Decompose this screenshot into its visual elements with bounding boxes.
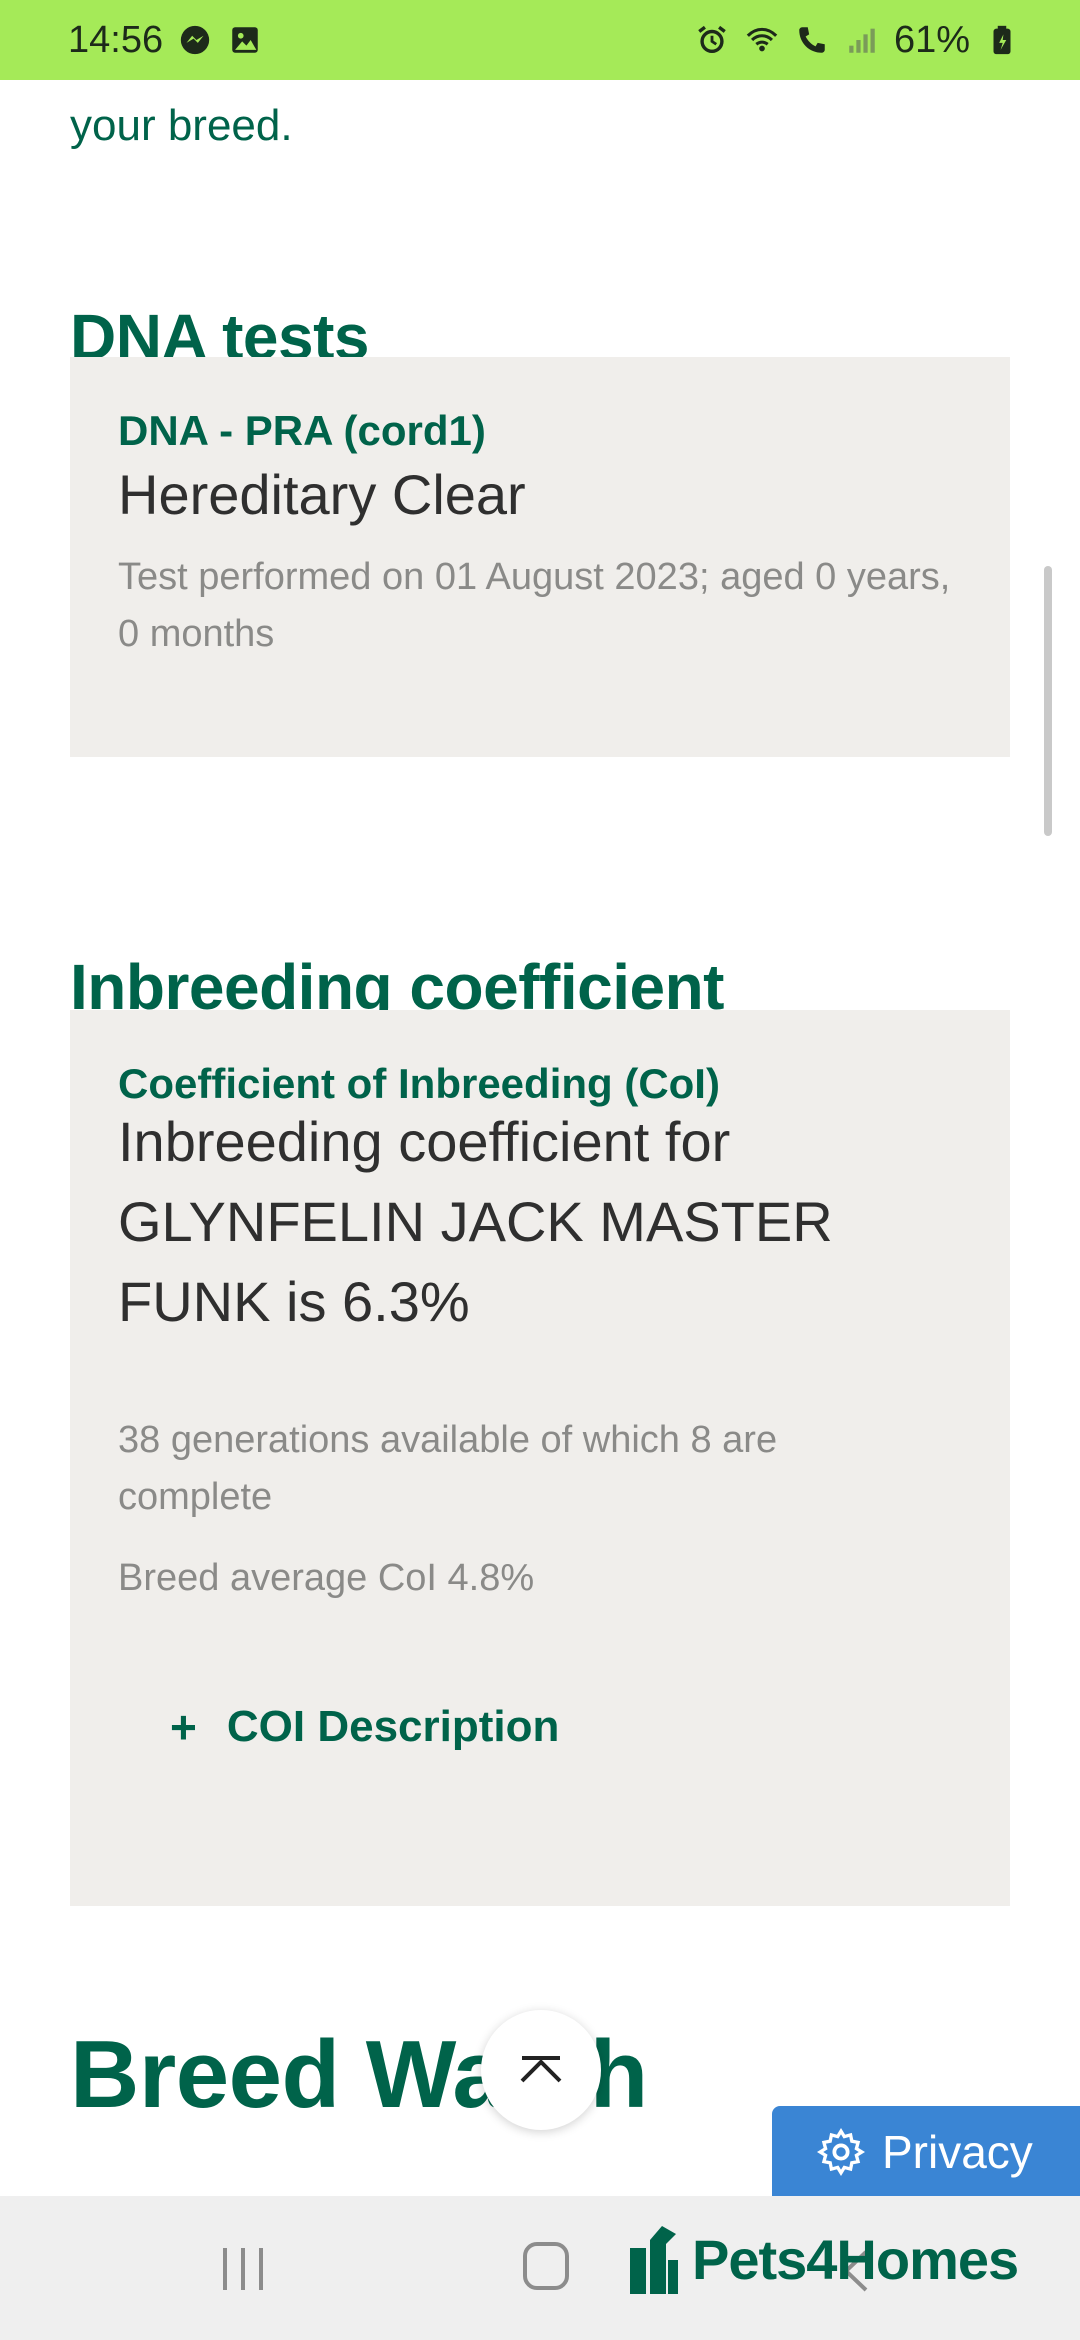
inbreeding-card: Coefficient of Inbreeding (CoI) Inbreedi… bbox=[70, 1010, 1010, 1906]
status-bar: 14:56 61% bbox=[0, 0, 1080, 80]
wifi-icon bbox=[744, 22, 780, 58]
battery-percent: 61% bbox=[893, 18, 970, 61]
privacy-label: Privacy bbox=[882, 2126, 1033, 2178]
coi-value: Inbreeding coefficient for GLYNFELIN JAC… bbox=[118, 1110, 833, 1333]
main-content: your breed. DNA tests DNA - PRA (cord1) … bbox=[70, 80, 1010, 2128]
brand-name: Pets4Homes bbox=[692, 2227, 1019, 2291]
signal-icon bbox=[844, 22, 880, 58]
page-scrollbar[interactable] bbox=[1044, 566, 1052, 836]
chevron-up-icon bbox=[520, 2056, 562, 2083]
alarm-icon bbox=[694, 22, 730, 58]
dna-test-note: Test performed on 01 August 2023; aged 0… bbox=[118, 556, 951, 655]
status-left: 14:56 bbox=[68, 19, 263, 62]
brand-logo: Pets4Homes bbox=[626, 2222, 1019, 2296]
dna-test-result: Hereditary Clear bbox=[118, 463, 526, 526]
navigation-bar: Pets4Homes bbox=[0, 2196, 1080, 2340]
wifi-call-icon bbox=[794, 22, 830, 58]
dna-test-label: DNA - PRA (cord1) bbox=[118, 407, 486, 454]
coi-label: Coefficient of Inbreeding (CoI) bbox=[118, 1060, 720, 1107]
dna-test-card: DNA - PRA (cord1) Hereditary Clear Test … bbox=[70, 357, 1010, 757]
breed-average-note: Breed average CoI 4.8% bbox=[118, 1557, 535, 1599]
plus-icon: + bbox=[170, 1701, 197, 1753]
coi-description-label: COI Description bbox=[226, 1702, 560, 1751]
battery-icon bbox=[984, 22, 1020, 58]
gear-icon bbox=[816, 2127, 866, 2177]
home-button[interactable] bbox=[522, 2240, 570, 2297]
recent-apps-icon bbox=[223, 2248, 263, 2290]
pets4homes-logo-icon bbox=[630, 2226, 678, 2294]
intro-text: your breed. bbox=[70, 101, 293, 150]
gallery-icon bbox=[227, 22, 263, 58]
messenger-icon bbox=[177, 22, 213, 58]
generations-note: 38 generations available of which 8 are … bbox=[118, 1419, 778, 1518]
back-to-top-button[interactable] bbox=[481, 2010, 601, 2130]
home-icon bbox=[523, 2242, 569, 2290]
privacy-button[interactable]: Privacy bbox=[772, 2106, 1080, 2198]
recent-apps-button[interactable] bbox=[218, 2244, 268, 2299]
clock: 14:56 bbox=[68, 18, 164, 61]
coi-description-toggle[interactable]: + COI Description bbox=[170, 1700, 559, 1754]
status-right: 61% bbox=[694, 19, 1020, 62]
